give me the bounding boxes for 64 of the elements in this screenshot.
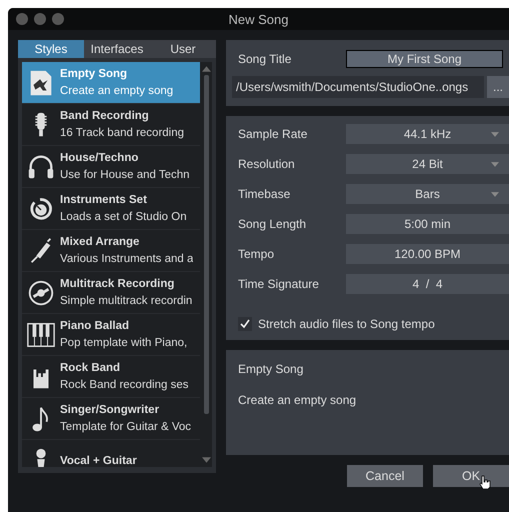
- tab[interactable]: Interfaces: [84, 40, 150, 58]
- caret-icon: [491, 192, 499, 196]
- template-description: Create an empty song: [60, 85, 174, 97]
- minimize-button[interactable]: [34, 13, 46, 25]
- cancel-button[interactable]: Cancel: [347, 465, 423, 487]
- setting-label: Time Signature: [237, 277, 320, 291]
- template-description: Rock Band recording ses: [60, 379, 188, 391]
- template-name: House/Techno: [60, 152, 140, 164]
- template-item[interactable]: Instruments Set Loads a set of Studio On: [22, 188, 200, 230]
- template-item[interactable]: Rock Band Rock Band recording ses: [22, 356, 200, 398]
- value-field[interactable]: 120.00 BPM: [346, 244, 509, 264]
- zoom-button[interactable]: [52, 13, 64, 25]
- template-description: Pop template with Piano,: [60, 337, 188, 349]
- template-description: 16 Track band recording: [60, 127, 184, 139]
- dropdown[interactable]: 24 Bit: [346, 154, 509, 174]
- template-description: Various Instruments and a: [60, 253, 194, 265]
- template-description: Loads a set of Studio On: [60, 211, 187, 223]
- template-name: Rock Band: [60, 362, 122, 374]
- setting-label: Resolution: [237, 157, 296, 171]
- ok-button[interactable]: OK: [433, 465, 509, 487]
- template-description: Use for House and Techn: [60, 169, 190, 181]
- setting-label: Sample Rate: [237, 127, 308, 141]
- close-button[interactable]: [16, 13, 28, 25]
- template-description: Template for Guitar & Voc: [60, 421, 192, 433]
- template-name: Empty Song: [60, 68, 128, 80]
- tab[interactable]: User: [150, 40, 216, 58]
- setting-label: Timebase: [237, 187, 292, 201]
- setting-label: Tempo: [237, 247, 276, 261]
- template-name: Singer/Songwriter: [60, 404, 160, 416]
- template-item[interactable]: House/Techno Use for House and Techn: [22, 146, 200, 188]
- value-field[interactable]: 4 / 4: [346, 274, 509, 294]
- scroll-down-icon[interactable]: [202, 457, 210, 463]
- window-title: New Song: [228, 12, 288, 26]
- template-name: Multitrack Recording: [60, 278, 176, 290]
- path-field[interactable]: /Users/wsmith/Documents/StudioOne..ongs: [232, 76, 484, 98]
- template-item[interactable]: Band Recording 16 Track band recording: [22, 104, 200, 146]
- template-item[interactable]: Empty Song Create an empty song: [22, 62, 200, 104]
- tab[interactable]: Styles: [18, 40, 84, 58]
- value-field[interactable]: 5:00 min: [346, 214, 509, 234]
- info-description: Create an empty song: [238, 393, 358, 407]
- hand-cursor-icon: [479, 475, 491, 489]
- scroll-up-icon[interactable]: [202, 66, 210, 72]
- template-name: Piano Ballad: [60, 320, 130, 332]
- template-item[interactable]: Vocal + Guitar: [22, 440, 200, 467]
- checkbox-label: Stretch audio files to Song tempo: [258, 317, 435, 331]
- template-item[interactable]: Singer/Songwriter Template for Guitar & Voc: [22, 398, 200, 440]
- template-item[interactable]: Piano Ballad Pop template with Piano,: [22, 314, 200, 356]
- checkbox[interactable]: [238, 317, 252, 331]
- caret-icon: [491, 132, 499, 136]
- setting-label: Song Length: [237, 217, 308, 231]
- template-description: Simple multitrack recordin: [60, 295, 192, 307]
- caret-icon: [491, 162, 499, 166]
- song-title-label: Song Title: [237, 52, 292, 66]
- song-title-field[interactable]: My First Song: [346, 50, 503, 68]
- template-item[interactable]: Multitrack Recording Simple multitrack recordin: [22, 272, 200, 314]
- dropdown[interactable]: Bars: [346, 184, 509, 204]
- template-item[interactable]: Mixed Arrange Various Instruments and a: [22, 230, 200, 272]
- template-name: Instruments Set: [60, 194, 148, 206]
- dropdown[interactable]: 44.1 kHz: [346, 124, 509, 144]
- template-name: Band Recording: [60, 110, 150, 122]
- template-name: Vocal + Guitar: [60, 454, 137, 466]
- info-title: Empty Song: [238, 362, 304, 376]
- template-name: Mixed Arrange: [60, 236, 140, 248]
- browse-button[interactable]: ...: [487, 76, 509, 98]
